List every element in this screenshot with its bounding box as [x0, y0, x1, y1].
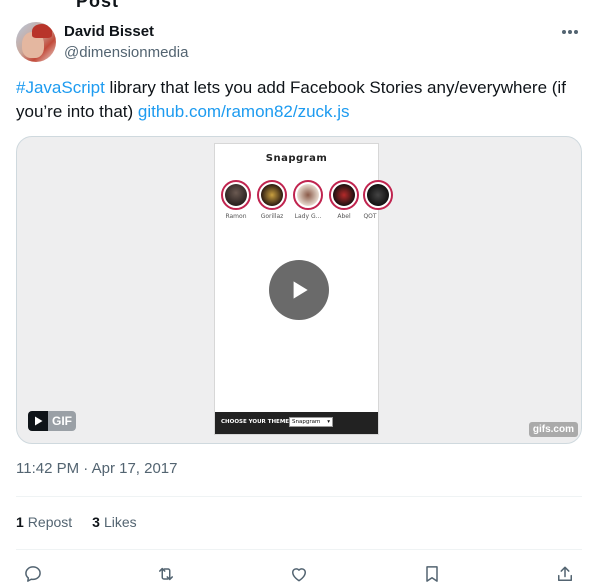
share-icon: [558, 566, 572, 581]
github-link[interactable]: github.com/ramon82/zuck.js: [138, 102, 350, 121]
hashtag-link[interactable]: #JavaScript: [16, 78, 105, 97]
avatar-hat: [32, 24, 52, 38]
story-label: Gorillaz: [260, 213, 284, 220]
divider: [16, 549, 582, 550]
gif-label: GIF: [48, 411, 76, 431]
story-label: Lady G...: [294, 213, 322, 220]
author-name[interactable]: David Bisset: [64, 23, 154, 40]
reposts-stat[interactable]: 1 Repost: [16, 514, 72, 530]
play-button[interactable]: [269, 260, 329, 320]
story-label: QOT: [363, 213, 377, 220]
bookmark-icon: [426, 566, 438, 582]
repost-button[interactable]: [155, 563, 177, 585]
theme-select: Snapgram ▾: [289, 417, 333, 427]
gif-media[interactable]: Snapgram Ramon Gorillaz Lady G... Abel Q…: [16, 136, 582, 444]
play-icon: [293, 281, 308, 299]
repost-icon: [159, 567, 173, 581]
divider: [16, 496, 582, 497]
avatar[interactable]: [16, 22, 56, 62]
share-button[interactable]: [554, 563, 576, 585]
gif-badge: GIF: [28, 411, 76, 431]
watermark-badge: gifs.com: [528, 422, 578, 437]
story-avatar: [293, 180, 323, 210]
reply-button[interactable]: [22, 563, 44, 585]
likes-count: 3: [92, 514, 100, 530]
like-button[interactable]: [288, 563, 310, 585]
tweet-header: David Bisset @dimensionmedia: [16, 22, 582, 64]
likes-stat[interactable]: 3 Likes: [92, 514, 136, 530]
engagement-stats: 1 Repost 3 Likes: [16, 514, 137, 530]
theme-value: Snapgram: [292, 419, 321, 425]
theme-label: CHOOSE YOUR THEME:: [221, 419, 292, 425]
reposts-label: Repost: [27, 514, 73, 530]
heart-icon: [292, 568, 306, 582]
author-handle[interactable]: @dimensionmedia: [64, 44, 188, 61]
tweet-text: #JavaScript library that lets you add Fa…: [16, 76, 586, 124]
reposts-count: 1: [16, 514, 24, 530]
more-options-icon[interactable]: [560, 22, 580, 42]
timestamp[interactable]: 11:42 PM · Apr 17, 2017: [16, 460, 178, 477]
story-avatar: [257, 180, 287, 210]
play-icon: [28, 411, 48, 431]
story-avatar: [221, 180, 251, 210]
story-avatar: [363, 180, 393, 210]
bookmark-button[interactable]: [421, 563, 443, 585]
action-bar: [16, 562, 582, 586]
page-title-partial: Post: [76, 0, 120, 11]
chevron-down-icon: ▾: [327, 419, 330, 425]
theme-bar: CHOOSE YOUR THEME: Snapgram ▾: [215, 412, 378, 434]
reply-icon: [25, 566, 41, 582]
app-title: Snapgram: [265, 153, 328, 164]
story-label: Abel: [337, 213, 351, 220]
story-label: Ramon: [225, 213, 247, 220]
story-avatar: [329, 180, 359, 210]
likes-label: Likes: [103, 514, 137, 530]
